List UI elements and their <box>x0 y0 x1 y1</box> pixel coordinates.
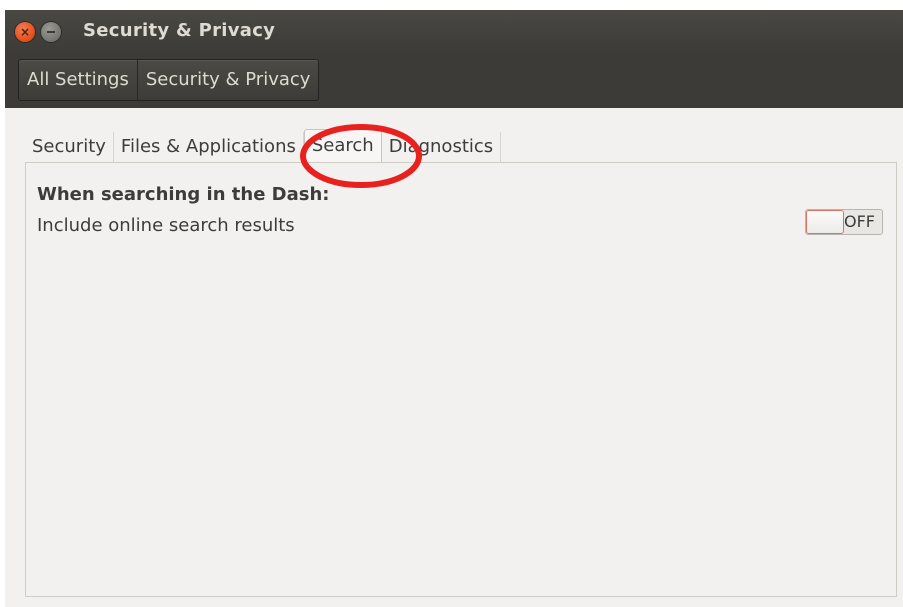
online-results-toggle[interactable]: OFF <box>805 209 883 235</box>
tab-bar: Security Files & Applications Search Dia… <box>25 129 502 162</box>
titlebar: × Security & Privacy <box>5 10 903 54</box>
breadcrumb: All Settings Security & Privacy <box>18 59 320 101</box>
search-panel: When searching in the Dash: Include onli… <box>25 162 897 597</box>
breadcrumb-security-privacy[interactable]: Security & Privacy <box>136 60 319 100</box>
minimize-icon[interactable] <box>41 22 61 42</box>
tab-search[interactable]: Search <box>303 129 382 162</box>
breadcrumb-all-settings[interactable]: All Settings <box>19 60 137 100</box>
section-heading: When searching in the Dash: <box>37 184 330 205</box>
toolbar: All Settings Security & Privacy <box>5 54 903 108</box>
close-icon[interactable]: × <box>15 22 35 42</box>
toggle-knob[interactable] <box>806 210 844 234</box>
toggle-state-label: OFF <box>844 212 875 231</box>
settings-window: × Security & Privacy All Settings Securi… <box>5 10 903 607</box>
window-title: Security & Privacy <box>83 20 276 41</box>
online-results-label: Include online search results <box>37 215 295 236</box>
tab-diagnostics[interactable]: Diagnostics <box>382 132 502 162</box>
tab-files-applications[interactable]: Files & Applications <box>114 132 304 162</box>
tab-security[interactable]: Security <box>25 132 114 162</box>
